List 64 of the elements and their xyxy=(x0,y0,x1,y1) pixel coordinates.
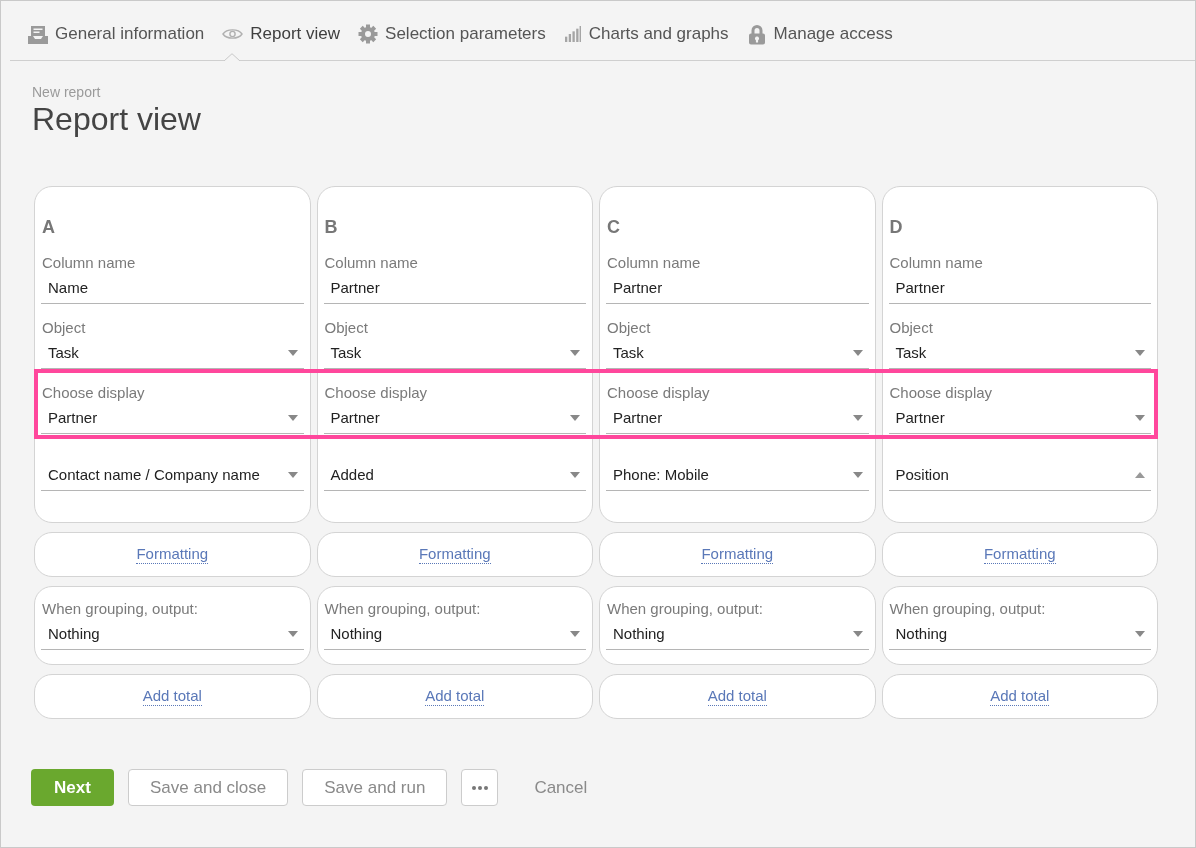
formatting-link[interactable]: Formatting xyxy=(701,545,774,564)
dropdown[interactable]: Partner xyxy=(888,403,1151,434)
column-letter: A xyxy=(41,216,56,239)
field-label: When grouping, output: xyxy=(323,599,482,619)
inbox-document-icon xyxy=(28,24,48,44)
dropdown[interactable]: Nothing xyxy=(888,619,1151,650)
dropdown[interactable]: Nothing xyxy=(323,619,586,650)
field-label: Choose display xyxy=(323,383,429,403)
dropdown[interactable]: Nothing xyxy=(41,619,304,650)
tab[interactable]: General information xyxy=(28,20,205,48)
field-label: When grouping, output: xyxy=(606,599,764,619)
field-label: Object xyxy=(41,318,87,338)
more-button[interactable] xyxy=(461,769,499,806)
tab[interactable]: Charts and graphs xyxy=(563,20,729,48)
add-total-link[interactable]: Add total xyxy=(707,687,767,706)
text-field[interactable]: Name xyxy=(41,273,304,304)
dropdown[interactable]: Partner xyxy=(606,403,869,434)
breadcrumb: New report xyxy=(32,84,102,100)
dropdown[interactable]: Task xyxy=(41,338,304,369)
lock-icon xyxy=(746,23,767,45)
field-label: When grouping, output: xyxy=(888,599,1047,619)
dropdown[interactable]: Partner xyxy=(41,403,304,434)
field-label: When grouping, output: xyxy=(41,599,199,619)
secondary-button[interactable]: Save and run xyxy=(302,769,448,806)
formatting-link[interactable]: Formatting xyxy=(418,545,491,564)
dropdown[interactable]: Added xyxy=(323,460,586,491)
column-letter: D xyxy=(888,216,904,239)
add-total-link[interactable]: Add total xyxy=(425,687,485,706)
eye-icon xyxy=(222,27,244,41)
formatting-link[interactable]: Formatting xyxy=(983,545,1056,564)
field-label: Choose display xyxy=(606,383,711,403)
field-label: Column name xyxy=(323,253,419,273)
field-label: Choose display xyxy=(41,383,146,403)
tab[interactable]: Manage access xyxy=(746,20,893,48)
tab[interactable]: Report view xyxy=(222,20,341,48)
dropdown[interactable]: Task xyxy=(323,338,586,369)
dropdown[interactable]: Position xyxy=(888,460,1151,491)
formatting-link[interactable]: Formatting xyxy=(136,545,209,564)
field-label: Column name xyxy=(888,253,984,273)
tab[interactable]: Selection parameters xyxy=(358,20,546,48)
bar-chart-icon xyxy=(563,26,582,42)
add-total-link[interactable]: Add total xyxy=(142,687,202,706)
dropdown[interactable]: Partner xyxy=(323,403,586,434)
field-label: Choose display xyxy=(888,383,994,403)
field-label: Object xyxy=(606,318,652,338)
page-title: Report view xyxy=(32,100,202,138)
field-label: Object xyxy=(323,318,369,338)
text-field[interactable]: Partner xyxy=(606,273,869,304)
dropdown[interactable]: Phone: Mobile xyxy=(606,460,869,491)
add-total-link[interactable]: Add total xyxy=(990,687,1050,706)
dropdown[interactable]: Task xyxy=(888,338,1151,369)
dropdown[interactable]: Contact name / Company name xyxy=(41,460,304,491)
field-label: Column name xyxy=(41,253,137,273)
gear-icon xyxy=(358,24,379,44)
column-letter: B xyxy=(323,216,339,239)
more-icon xyxy=(471,785,488,790)
field-label: Object xyxy=(888,318,934,338)
dropdown[interactable]: Task xyxy=(606,338,869,369)
secondary-button[interactable]: Save and close xyxy=(128,769,289,806)
dropdown[interactable]: Nothing xyxy=(606,619,869,650)
text-field[interactable]: Partner xyxy=(323,273,586,304)
column-letter: C xyxy=(606,216,621,239)
text-field[interactable]: Partner xyxy=(888,273,1151,304)
field-label: Column name xyxy=(606,253,702,273)
